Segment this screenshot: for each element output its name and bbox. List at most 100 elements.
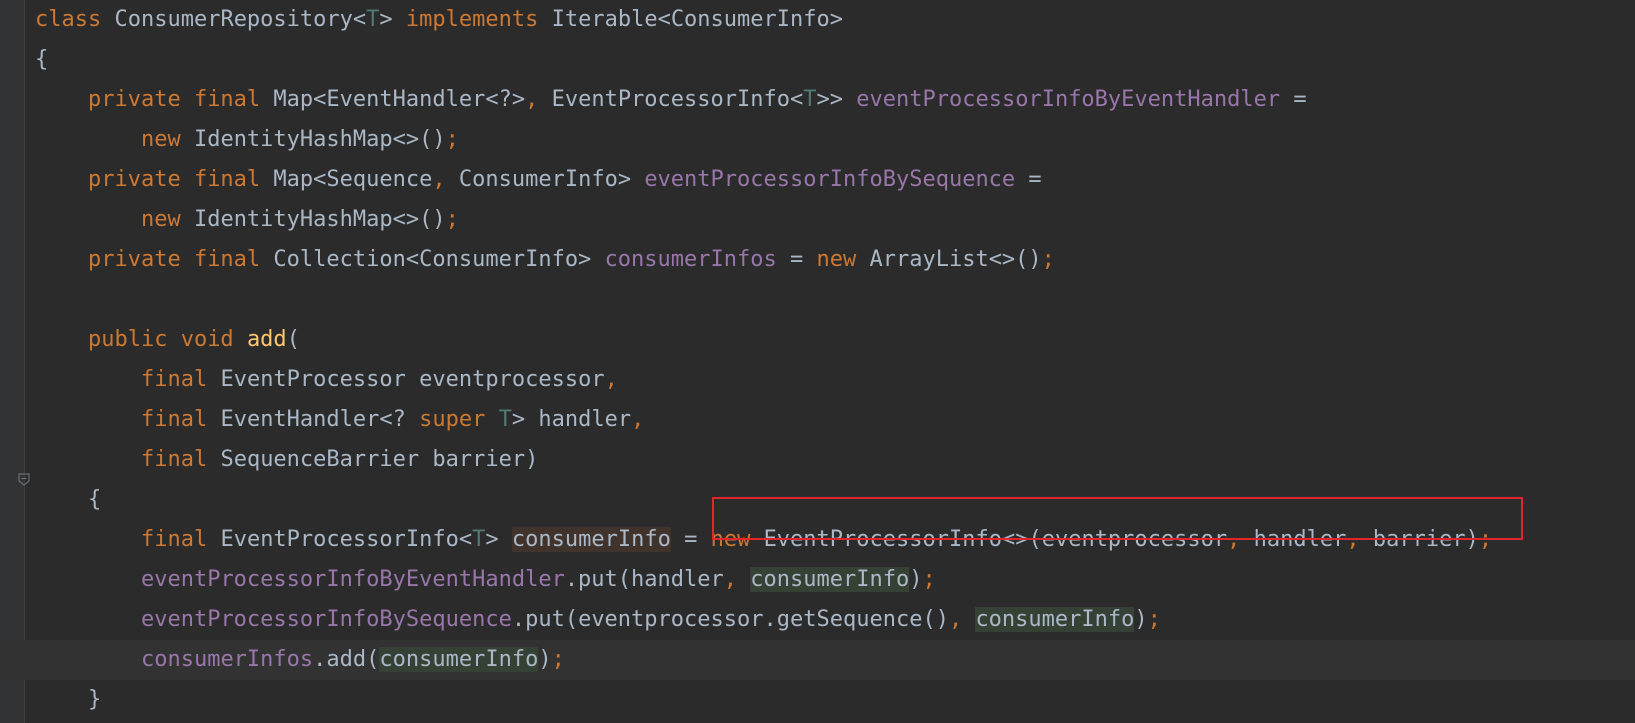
- code-line[interactable]: eventProcessorInfoBySequence.put(eventpr…: [0, 600, 1635, 640]
- code-token: consumerInfos: [140, 647, 314, 672]
- code-token: (: [286, 327, 300, 352]
- code-token: eventProcessorInfoByEventHandler: [856, 87, 1281, 112]
- code-token: consumerInfo: [379, 647, 539, 672]
- code-line[interactable]: eventProcessorInfoByEventHandler.put(han…: [0, 560, 1635, 600]
- code-token: EventProcessorInfo<: [220, 527, 473, 552]
- code-token: class: [35, 7, 115, 32]
- code-token: ,: [723, 567, 751, 592]
- code-token: consumerInfos: [604, 247, 777, 272]
- code-token: T: [498, 407, 512, 432]
- code-token: ,: [1227, 527, 1254, 552]
- code-token: public void: [87, 327, 247, 352]
- code-editor[interactable]: class ConsumerRepository<T> implements I…: [0, 0, 1635, 723]
- code-area[interactable]: class ConsumerRepository<T> implements I…: [0, 0, 1635, 720]
- code-token: EventHandler<?: [220, 407, 420, 432]
- code-token: ConsumerInfo>: [458, 167, 645, 192]
- code-token: ,: [1346, 527, 1373, 552]
- code-token: T: [366, 7, 380, 32]
- code-token: .put(handler: [564, 567, 724, 592]
- code-token: new: [710, 527, 764, 552]
- code-token: ;: [445, 127, 459, 152]
- code-line[interactable]: {: [0, 480, 1635, 520]
- code-line[interactable]: class ConsumerRepository<T> implements I…: [0, 0, 1635, 40]
- code-token: ArrayList<>(): [869, 247, 1042, 272]
- code-token: final: [140, 527, 221, 552]
- code-token: EventProcessor eventprocessor: [220, 367, 605, 392]
- code-line[interactable]: final SequenceBarrier barrier): [0, 440, 1635, 480]
- code-token: IdentityHashMap<>(): [193, 207, 446, 232]
- code-token: ;: [551, 647, 565, 672]
- code-token: Map<EventHandler<?>: [273, 87, 526, 112]
- code-token: Iterable<ConsumerInfo>: [551, 7, 844, 32]
- code-line[interactable]: {: [0, 40, 1635, 80]
- code-token: .add(: [313, 647, 380, 672]
- code-token: T: [803, 87, 817, 112]
- code-line[interactable]: }: [0, 680, 1635, 720]
- code-token: ,: [604, 367, 618, 392]
- code-token: ;: [1041, 247, 1055, 272]
- code-token: =: [1015, 167, 1042, 192]
- code-token: ;: [1147, 607, 1161, 632]
- code-token: private final: [87, 167, 274, 192]
- code-token: new: [140, 207, 194, 232]
- code-token: Collection<ConsumerInfo>: [273, 247, 605, 272]
- code-token: eventProcessorInfoBySequence: [644, 167, 1016, 192]
- code-token: eventProcessorInfoByEventHandler: [140, 567, 565, 592]
- code-line[interactable]: private final Map<Sequence, ConsumerInfo…: [0, 160, 1635, 200]
- code-token: barrier): [1372, 527, 1479, 552]
- code-token: ,: [525, 87, 552, 112]
- code-token: consumerInfo: [511, 527, 671, 552]
- code-line[interactable]: public void add(: [0, 320, 1635, 360]
- code-line[interactable]: consumerInfos.add(consumerInfo);: [0, 640, 1635, 680]
- code-line[interactable]: [0, 280, 1635, 320]
- code-token: ): [909, 567, 923, 592]
- code-token: super: [419, 407, 499, 432]
- code-token: ,: [948, 607, 976, 632]
- code-token: ,: [432, 167, 459, 192]
- code-token: .put(eventprocessor.getSequence(): [511, 607, 949, 632]
- code-token: private final: [87, 247, 274, 272]
- code-line[interactable]: new IdentityHashMap<>();: [0, 200, 1635, 240]
- code-token: final: [140, 447, 221, 472]
- code-token: >>: [816, 87, 857, 112]
- code-token: consumerInfo: [750, 567, 910, 592]
- code-line[interactable]: final EventHandler<? super T> handler,: [0, 400, 1635, 440]
- code-line[interactable]: new IdentityHashMap<>();: [0, 120, 1635, 160]
- code-token: IdentityHashMap<>(): [193, 127, 446, 152]
- code-token: ;: [1478, 527, 1493, 552]
- code-token: ,: [631, 407, 645, 432]
- code-token: new: [816, 247, 870, 272]
- code-token: implements: [405, 7, 552, 32]
- code-line[interactable]: final EventProcessorInfo<T> consumerInfo…: [0, 520, 1635, 560]
- code-token: >: [379, 7, 406, 32]
- code-token: Map<Sequence: [273, 167, 433, 192]
- code-token: > handler: [511, 407, 632, 432]
- code-token: add: [246, 327, 287, 352]
- code-token: ;: [922, 567, 936, 592]
- code-token: final: [140, 367, 221, 392]
- code-line[interactable]: final EventProcessor eventprocessor,: [0, 360, 1635, 400]
- code-token: ): [1134, 607, 1148, 632]
- code-token: eventProcessorInfoBySequence: [140, 607, 512, 632]
- code-token: {: [35, 47, 49, 72]
- code-token: {: [35, 487, 102, 512]
- code-line[interactable]: private final Collection<ConsumerInfo> c…: [0, 240, 1635, 280]
- code-token: }: [35, 687, 102, 712]
- code-token: private final: [87, 87, 274, 112]
- code-token: handler: [1253, 527, 1347, 552]
- code-token: consumerInfo: [975, 607, 1135, 632]
- code-line[interactable]: private final Map<EventHandler<?>, Event…: [0, 80, 1635, 120]
- code-token: =: [776, 247, 817, 272]
- code-token: EventProcessorInfo<: [551, 87, 804, 112]
